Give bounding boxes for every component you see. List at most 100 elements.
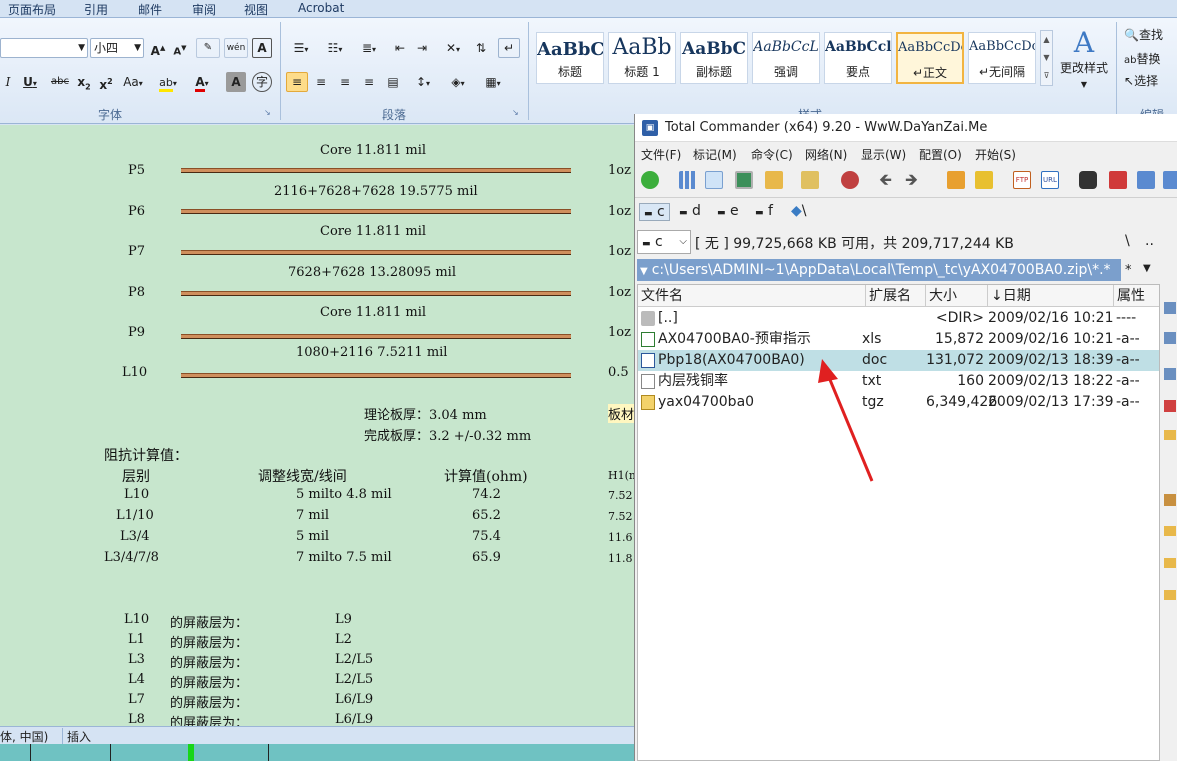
style-subtitle[interactable]: AaBbC 副标题 (680, 32, 748, 84)
grow-font-button[interactable]: A▲ (148, 38, 168, 58)
font-size-combo[interactable]: 小四 ▼ (90, 38, 144, 58)
drive-d-button[interactable]: ▬ d (679, 203, 701, 219)
drive-c-button[interactable]: ▬ c (639, 203, 670, 221)
menu-configuration[interactable]: 配置(O) (919, 146, 962, 163)
thumbnail-view-icon[interactable] (735, 171, 753, 189)
col-header-ext[interactable]: 扩展名 (866, 285, 926, 307)
replace-button[interactable]: ab替换 (1124, 50, 1161, 67)
brief-view-icon[interactable] (679, 171, 697, 189)
file-list[interactable]: 文件名 扩展名 大小 ↓日期 属性 [..] <DIR> 2009/02/16 … (637, 284, 1160, 761)
find-button[interactable]: 🔍查找 (1124, 26, 1163, 43)
ftp-icon[interactable]: FTP (1013, 171, 1031, 189)
back-arrow-icon[interactable]: 🡸 (879, 171, 897, 189)
binoculars-icon[interactable] (1079, 171, 1097, 189)
history-dropdown-icon[interactable]: ▼ (640, 266, 648, 277)
tab-mailings[interactable]: 邮件 (138, 1, 162, 18)
superscript-button[interactable]: x2 (96, 72, 116, 92)
parent-dir-button[interactable]: .. (1145, 233, 1154, 249)
root-dir-button[interactable]: \ (1125, 233, 1130, 249)
file-row[interactable]: yax04700ba0 tgz 6,349,426 2009/02/13 17:… (638, 392, 1159, 413)
tc-title-bar[interactable]: ▣ Total Commander (x64) 9.20 - WwW.DaYan… (635, 114, 1177, 142)
strikethrough-button[interactable]: abc (48, 72, 72, 92)
shrink-font-button[interactable]: A▼ (170, 38, 190, 58)
file-row[interactable]: [..] <DIR> 2009/02/16 10:21 ---- (638, 308, 1159, 329)
highlight-button[interactable]: ab▾ (152, 72, 184, 92)
multilevel-list-button[interactable]: ≣▾ (354, 38, 384, 58)
distributed-button[interactable]: ▤ (382, 72, 404, 92)
dialog-launcher-icon[interactable]: ↘ (512, 108, 519, 117)
font-color-button[interactable]: A▾ (186, 72, 218, 92)
line-spacing-button[interactable]: ↕▾ (408, 72, 438, 92)
style-heading-1[interactable]: AaBb 标题 1 (608, 32, 676, 84)
italic-button[interactable]: I (0, 72, 16, 92)
borders-button[interactable]: ▦▾ (478, 72, 508, 92)
tab-acrobat[interactable]: Acrobat (298, 1, 344, 15)
shading-button[interactable]: ◈▾ (442, 72, 474, 92)
compare-icon[interactable] (1163, 171, 1177, 189)
char-border-button[interactable]: A (252, 38, 272, 58)
enclose-char-button[interactable]: 字 (252, 72, 272, 92)
align-center-button[interactable]: ≡ (310, 72, 332, 92)
align-left-button[interactable]: ≡ (286, 72, 308, 92)
chevron-down-icon[interactable]: ▼ (1143, 263, 1151, 274)
col-header-date[interactable]: ↓日期 (988, 285, 1114, 307)
document-page[interactable]: - - --- Core 11.811 mil P5 1oz 2116+7628… (0, 125, 634, 726)
decrease-indent-button[interactable]: ⇤ (390, 38, 410, 58)
increase-indent-button[interactable]: ⇥ (412, 38, 432, 58)
filter-label[interactable]: * (1125, 263, 1132, 278)
tree-view-icon[interactable] (765, 171, 783, 189)
language-status[interactable]: 体, 中国) (0, 728, 48, 745)
style-title[interactable]: AaBbC 标题 (536, 32, 604, 84)
refresh-icon[interactable] (641, 171, 659, 189)
font-name-combo[interactable]: ▼ (0, 38, 88, 58)
pack-icon[interactable] (947, 171, 965, 189)
menu-commands[interactable]: 命令(C) (751, 146, 793, 163)
tab-review[interactable]: 审阅 (192, 1, 216, 18)
styles-scroll[interactable]: ▲ ▼ ⊽ (1040, 30, 1053, 86)
menu-start[interactable]: 开始(S) (975, 146, 1016, 163)
numbering-button[interactable]: ☷▾ (320, 38, 350, 58)
insert-mode-status[interactable]: 插入 (62, 728, 91, 745)
style-normal[interactable]: AaBbCcDc ↵正文 (896, 32, 964, 84)
invert-selection-icon[interactable] (801, 171, 819, 189)
sort-button[interactable]: ⇅ (470, 38, 492, 58)
drive-f-button[interactable]: ▬ f (755, 203, 773, 219)
char-shading-button[interactable]: A (226, 72, 246, 92)
menu-show[interactable]: 显示(W) (861, 146, 906, 163)
underline-button[interactable]: U▾ (16, 72, 44, 92)
bullets-button[interactable]: ☰▾ (286, 38, 316, 58)
justify-button[interactable]: ≡ (358, 72, 380, 92)
col-header-attr[interactable]: 属性 (1114, 285, 1159, 307)
sync-dirs-icon[interactable] (1137, 171, 1155, 189)
tab-view[interactable]: 视图 (244, 1, 268, 18)
select-button[interactable]: ↖选择 (1124, 72, 1158, 89)
tab-page-layout[interactable]: 页面布局 (8, 1, 56, 18)
style-emphasis[interactable]: AaBbCcL 强调 (752, 32, 820, 84)
total-commander-window[interactable]: ▣ Total Commander (x64) 9.20 - WwW.DaYan… (634, 114, 1177, 761)
menu-net[interactable]: 网络(N) (805, 146, 847, 163)
current-path[interactable]: ▼ c:\Users\ADMINI~1\AppData\Local\Temp\_t… (637, 259, 1121, 281)
multi-rename-icon[interactable] (1109, 171, 1127, 189)
align-right-button[interactable]: ≡ (334, 72, 356, 92)
show-marks-button[interactable]: ↵ (498, 38, 520, 58)
clear-format-button[interactable]: ✎ (196, 38, 220, 58)
phonetic-guide-button[interactable]: wén (224, 38, 248, 58)
drive-combo[interactable]: ▬ c ⌵ (637, 230, 691, 254)
menu-mark[interactable]: 标记(M) (693, 146, 737, 163)
unselect-icon[interactable] (841, 171, 859, 189)
tab-references[interactable]: 引用 (84, 1, 108, 18)
change-case-button[interactable]: Aa▾ (118, 72, 148, 92)
forward-arrow-icon[interactable]: 🡺 (905, 171, 923, 189)
subscript-button[interactable]: x2 (74, 72, 94, 92)
style-no-spacing[interactable]: AaBbCcDc ↵无间隔 (968, 32, 1036, 84)
file-row[interactable]: AX04700BA0-预审指示 xls 15,872 2009/02/16 10… (638, 329, 1159, 350)
menu-file[interactable]: 文件(F) (641, 146, 681, 163)
style-strong[interactable]: AaBbCcl 要点 (824, 32, 892, 84)
col-header-name[interactable]: 文件名 (638, 285, 866, 307)
network-drive-button[interactable]: ◆\ (791, 203, 807, 219)
chinese-layout-button[interactable]: ✕▾ (438, 38, 468, 58)
url-icon[interactable]: URL (1041, 171, 1059, 189)
drive-e-button[interactable]: ▬ e (717, 203, 739, 219)
file-row[interactable]: 内层残铜率 txt 160 2009/02/13 18:22 -a-- (638, 371, 1159, 392)
full-view-icon[interactable] (705, 171, 723, 189)
